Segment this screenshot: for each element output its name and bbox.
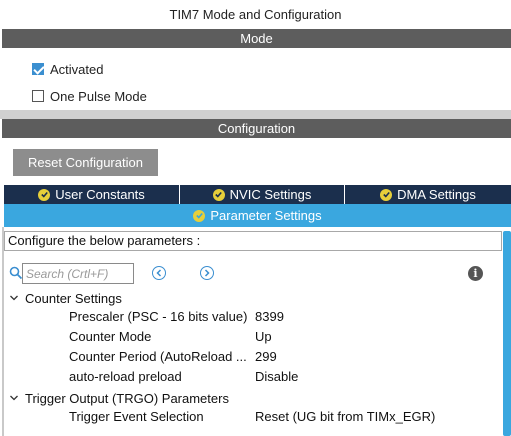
param-label: Prescaler (PSC - 16 bits value) xyxy=(69,309,248,324)
param-label: auto-reload preload xyxy=(69,369,182,384)
reset-configuration-button[interactable]: Reset Configuration xyxy=(13,149,158,176)
search-next-button[interactable] xyxy=(200,266,214,280)
chevron-right-icon xyxy=(204,269,210,277)
chevron-down-icon xyxy=(9,393,19,403)
param-row[interactable]: Counter Mode Up xyxy=(0,329,500,347)
mode-header: Mode xyxy=(2,29,511,48)
param-label: Trigger Event Selection xyxy=(69,409,204,424)
param-row[interactable]: Counter Period (AutoReload ... 299 xyxy=(0,349,500,367)
window-title: TIM7 Mode and Configuration xyxy=(169,7,342,22)
configure-instructions: Configure the below parameters : xyxy=(4,231,502,251)
activated-checkbox[interactable] xyxy=(32,63,44,75)
tab-label: User Constants xyxy=(55,187,145,202)
param-value[interactable]: 8399 xyxy=(255,309,284,324)
tab-parameter-settings[interactable]: Parameter Settings xyxy=(4,204,511,227)
vertical-scrollbar[interactable] xyxy=(503,231,511,436)
one-pulse-checkbox[interactable] xyxy=(32,90,44,102)
tab-label: DMA Settings xyxy=(397,187,476,202)
check-circle-icon xyxy=(193,209,206,222)
group-label: Counter Settings xyxy=(25,290,122,306)
check-circle-icon xyxy=(212,188,225,201)
tab-dma-settings[interactable]: DMA Settings xyxy=(345,185,511,204)
activated-label: Activated xyxy=(50,61,104,77)
group-trigger-output[interactable]: Trigger Output (TRGO) Parameters xyxy=(9,389,229,407)
group-label: Trigger Output (TRGO) Parameters xyxy=(25,390,229,406)
param-value[interactable]: Disable xyxy=(255,369,298,384)
param-label: Counter Period (AutoReload ... xyxy=(69,349,247,364)
activated-checkbox-row[interactable]: Activated xyxy=(32,60,103,78)
param-value[interactable]: Reset (UG bit from TIMx_EGR) xyxy=(255,409,435,424)
one-pulse-label: One Pulse Mode xyxy=(50,88,147,104)
search-input[interactable] xyxy=(22,263,134,284)
tab-label: Parameter Settings xyxy=(210,208,322,223)
tab-label: NVIC Settings xyxy=(229,187,312,202)
chevron-left-icon xyxy=(156,269,162,277)
param-value[interactable]: 299 xyxy=(255,349,277,364)
tab-user-constants[interactable]: User Constants xyxy=(4,185,180,204)
one-pulse-checkbox-row[interactable]: One Pulse Mode xyxy=(32,87,147,105)
tab-nvic-settings[interactable]: NVIC Settings xyxy=(180,185,345,204)
group-counter-settings[interactable]: Counter Settings xyxy=(9,289,122,307)
search-previous-button[interactable] xyxy=(152,266,166,280)
param-value[interactable]: Up xyxy=(255,329,272,344)
search-icon xyxy=(9,266,23,280)
param-row[interactable]: Trigger Event Selection Reset (UG bit fr… xyxy=(0,409,500,427)
chevron-down-icon xyxy=(9,293,19,303)
check-circle-icon xyxy=(380,188,393,201)
configuration-header: Configuration xyxy=(2,119,511,138)
param-label: Counter Mode xyxy=(69,329,152,344)
param-row[interactable]: Prescaler (PSC - 16 bits value) 8399 xyxy=(0,309,500,327)
splitter[interactable] xyxy=(0,110,511,119)
info-icon[interactable]: i xyxy=(468,266,483,281)
check-circle-icon xyxy=(38,188,51,201)
config-tabs: User Constants NVIC Settings DMA Setting… xyxy=(4,185,511,204)
param-row[interactable]: auto-reload preload Disable xyxy=(0,369,500,387)
